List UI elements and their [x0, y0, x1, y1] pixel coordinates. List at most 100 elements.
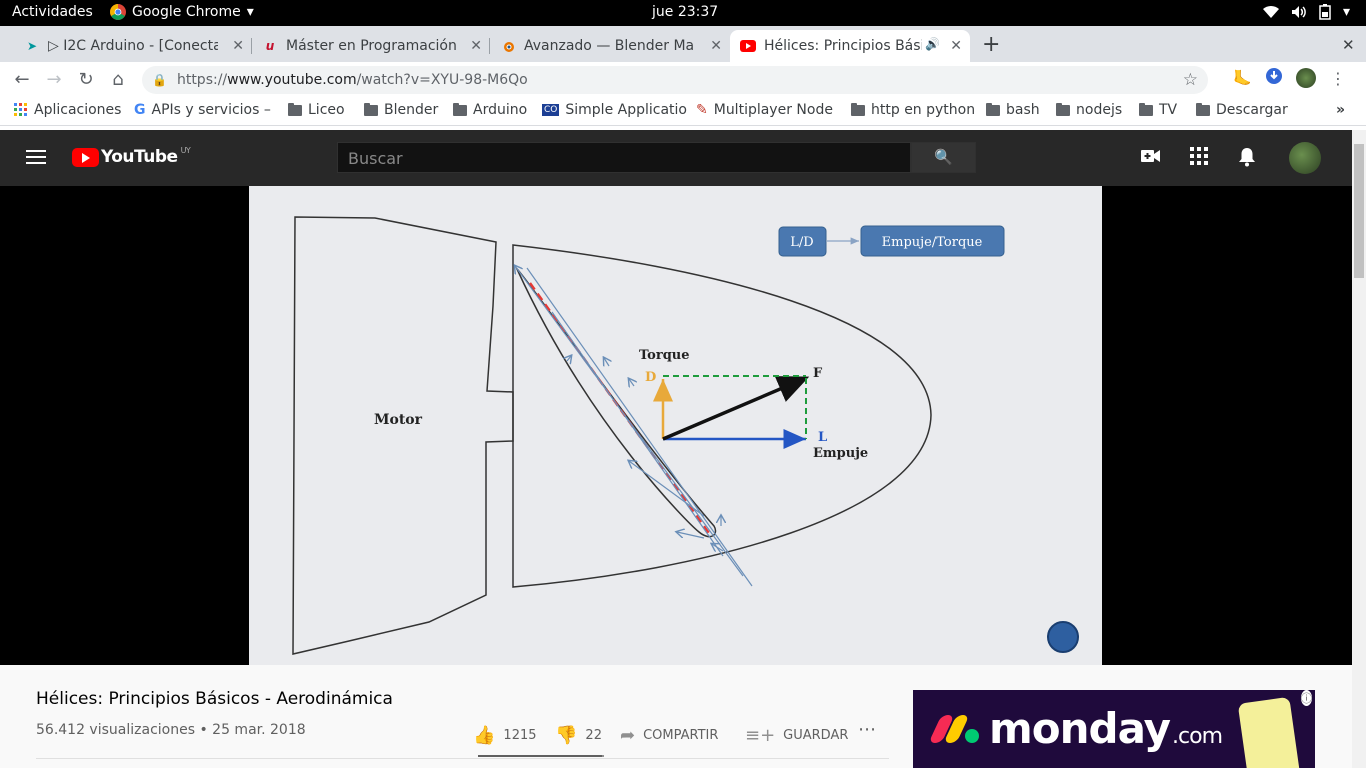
apps-grid-icon[interactable] — [1190, 147, 1208, 170]
bookmark-aplicaciones[interactable]: Aplicaciones — [14, 102, 121, 118]
bookmark-label: http en python — [871, 102, 976, 118]
audio-playing-icon[interactable]: 🔊 — [925, 37, 940, 51]
activities-button[interactable]: Actividades — [12, 4, 93, 20]
bookmark-label: Aplicaciones — [34, 102, 122, 118]
force-label: F — [813, 366, 823, 381]
browser-toolbar: ← → ↻ ⌂ 🔒 https://www.youtube.com/watch?… — [0, 62, 1366, 98]
scrollbar-thumb[interactable] — [1354, 144, 1364, 278]
torque-label: Torque — [639, 348, 690, 363]
video-frame[interactable]: Motor Torque D F L Empuje L/D Empuje/Tor… — [249, 186, 1102, 665]
wifi-icon — [1262, 5, 1279, 19]
search-button[interactable]: 🔍 — [911, 142, 976, 173]
page-scrollbar[interactable] — [1352, 130, 1366, 768]
menu-kebab-icon[interactable]: ⋮ — [1330, 69, 1346, 88]
youtube-logo[interactable]: YouTube UY — [72, 146, 191, 167]
youtube-header: YouTube UY Buscar 🔍 — [0, 130, 1352, 186]
back-button[interactable]: ← — [10, 68, 34, 92]
forward-button[interactable]: → — [42, 68, 66, 92]
bookmark-label: Descargar — [1216, 102, 1288, 118]
bookmark-tv[interactable]: TV — [1139, 102, 1177, 118]
caret-down-icon: ▾ — [246, 4, 254, 20]
tab-label: ▷ I2C Arduino - [Conecta T — [48, 38, 218, 54]
folder-icon — [851, 102, 865, 116]
tab-blender[interactable]: Avanzado — Blender Manu ✕ — [490, 30, 730, 62]
address-bar[interactable]: 🔒 https://www.youtube.com/watch?v=XYU-98… — [142, 66, 1208, 94]
youtube-play-icon — [72, 147, 99, 167]
app-menu[interactable]: Google Chrome ▾ — [110, 4, 254, 20]
video-title: Hélices: Principios Básicos - Aerodinámi… — [36, 689, 393, 709]
avatar[interactable] — [1289, 142, 1321, 174]
bookmark-label: Multiplayer Node — [713, 102, 833, 118]
search-input[interactable]: Buscar — [337, 142, 911, 173]
gnome-extension-icon[interactable]: 🦶 — [1233, 69, 1252, 87]
like-button[interactable]: 👍 1215 — [473, 725, 537, 746]
new-tab-button[interactable]: + — [982, 32, 1000, 57]
ld-box-label: L/D — [790, 235, 813, 250]
folder-icon — [1056, 102, 1070, 116]
close-icon[interactable]: ✕ — [710, 38, 722, 54]
profile-icon[interactable] — [1296, 68, 1316, 88]
save-button[interactable]: ≡+ GUARDAR — [745, 725, 848, 746]
youtube-icon — [740, 38, 756, 54]
ad-info-icon[interactable]: ⓘ — [1301, 690, 1312, 706]
bookmark-arduino[interactable]: Arduino — [453, 102, 527, 118]
divider — [36, 758, 889, 759]
video-player[interactable]: Motor Torque D F L Empuje L/D Empuje/Tor… — [0, 186, 1352, 665]
bookmark-simple-application[interactable]: CO Simple Applicatio — [542, 102, 687, 118]
clock[interactable]: jue 23:37 — [652, 4, 718, 20]
lock-icon[interactable]: 🔒 — [152, 73, 167, 87]
close-icon[interactable]: ✕ — [950, 38, 962, 54]
like-ratio-bar — [478, 755, 604, 757]
bookmark-label: APIs y servicios – — [151, 102, 271, 118]
system-top-bar: Actividades Google Chrome ▾ jue 23:37 ▾ — [0, 0, 1366, 26]
share-button[interactable]: ➦ COMPARTIR — [620, 725, 718, 746]
close-icon[interactable]: ✕ — [232, 38, 244, 54]
close-window-icon[interactable]: ✕ — [1342, 36, 1355, 54]
arduino-icon: ➤ — [26, 39, 38, 53]
notifications-bell-icon[interactable] — [1238, 147, 1256, 172]
view-count: 56.412 visualizaciones — [36, 722, 195, 738]
share-label: COMPARTIR — [643, 728, 719, 743]
bookmark-nodejs[interactable]: nodejs — [1056, 102, 1122, 118]
monday-logo: monday .com — [928, 704, 1223, 753]
u-tad-icon: u — [265, 39, 275, 53]
tab-i2c-arduino[interactable]: ➤ ▷ I2C Arduino - [Conecta T ✕ — [14, 30, 252, 62]
monday-logo-mark — [928, 714, 979, 743]
bookmark-label: nodejs — [1076, 102, 1123, 118]
bookmark-descargar[interactable]: Descargar — [1196, 102, 1288, 118]
channel-watermark-icon — [1047, 621, 1079, 653]
home-button[interactable]: ⌂ — [106, 68, 130, 92]
bookmark-apis[interactable]: G APIs y servicios – — [134, 102, 271, 118]
bookmark-blender[interactable]: Blender — [364, 102, 438, 118]
bookmark-label: Liceo — [308, 102, 345, 118]
more-actions-icon[interactable]: ⋯ — [858, 719, 876, 740]
bookmark-label: Blender — [384, 102, 439, 118]
tab-master[interactable]: u Máster en Programación de ✕ — [252, 30, 490, 62]
tab-label: Hélices: Principios Básic — [764, 38, 922, 54]
chrome-icon — [110, 4, 126, 20]
dislike-button[interactable]: 👎 22 — [555, 725, 602, 746]
bookmark-liceo[interactable]: Liceo — [288, 102, 345, 118]
thumbs-down-icon: 👎 — [555, 725, 578, 746]
tab-helices[interactable]: Hélices: Principios Básic 🔊 ✕ — [730, 30, 970, 62]
playlist-add-icon: ≡+ — [745, 725, 776, 746]
sponsored-ad[interactable]: monday .com — [913, 690, 1315, 768]
drag-label: D — [645, 370, 656, 385]
apps-grid-icon — [14, 103, 27, 116]
co-icon: CO — [542, 104, 560, 116]
folder-icon — [364, 102, 378, 116]
close-icon[interactable]: ✕ — [470, 38, 482, 54]
bookmark-bash[interactable]: bash — [986, 102, 1040, 118]
bookmark-label: TV — [1159, 102, 1178, 118]
bookmarks-overflow-icon[interactable]: » — [1336, 102, 1345, 118]
bookmark-star-icon[interactable]: ☆ — [1183, 70, 1198, 90]
ad-tld: .com — [1172, 724, 1223, 749]
tab-strip: ➤ ▷ I2C Arduino - [Conecta T ✕ u Máster … — [0, 26, 1366, 62]
bookmark-multiplayer-node[interactable]: ✎ Multiplayer Node — [696, 102, 833, 118]
download-extension-icon[interactable] — [1266, 68, 1282, 88]
menu-hamburger-icon[interactable] — [26, 150, 46, 168]
reload-button[interactable]: ↻ — [74, 68, 98, 92]
system-tray[interactable]: ▾ — [1262, 4, 1350, 20]
bookmark-http-python[interactable]: http en python — [851, 102, 975, 118]
create-video-icon[interactable] — [1141, 147, 1161, 168]
